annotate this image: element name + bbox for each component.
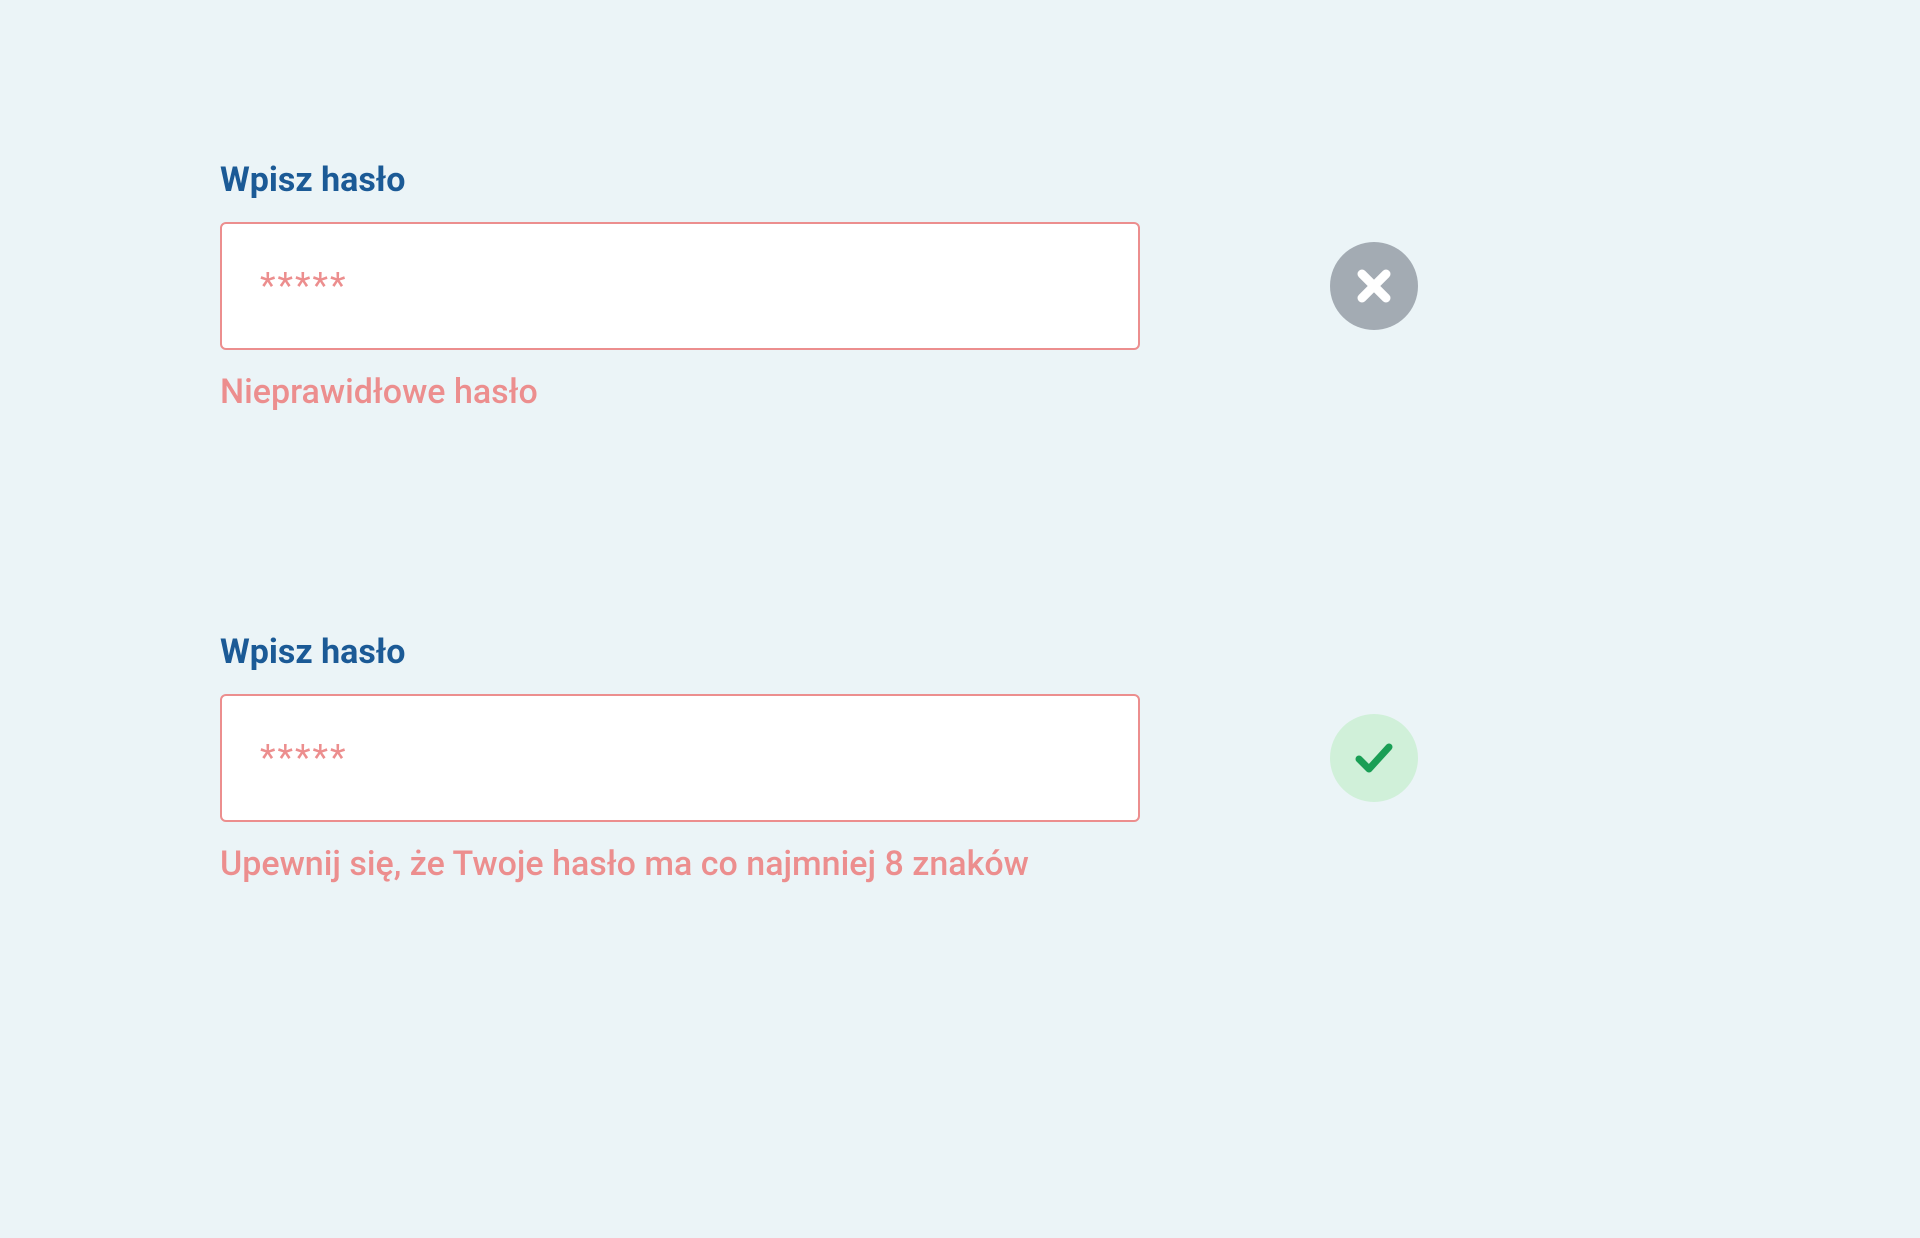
password-example-bad: Wpisz hasło Nieprawidłowe hasło bbox=[220, 160, 1700, 412]
password-example-good: Wpisz hasło Upewnij się, że Twoje hasło … bbox=[220, 632, 1700, 884]
field-label: Wpisz hasło bbox=[220, 632, 1140, 672]
check-icon bbox=[1349, 733, 1399, 783]
x-icon bbox=[1354, 266, 1394, 306]
form-block: Wpisz hasło Upewnij się, że Twoje hasło … bbox=[220, 632, 1140, 884]
password-input[interactable] bbox=[220, 222, 1140, 350]
error-hint: Upewnij się, że Twoje hasło ma co najmni… bbox=[220, 844, 1140, 884]
status-badge-good bbox=[1330, 714, 1418, 802]
form-block: Wpisz hasło Nieprawidłowe hasło bbox=[220, 160, 1140, 412]
password-input[interactable] bbox=[220, 694, 1140, 822]
error-hint: Nieprawidłowe hasło bbox=[220, 372, 1140, 412]
field-label: Wpisz hasło bbox=[220, 160, 1140, 200]
status-badge-bad bbox=[1330, 242, 1418, 330]
